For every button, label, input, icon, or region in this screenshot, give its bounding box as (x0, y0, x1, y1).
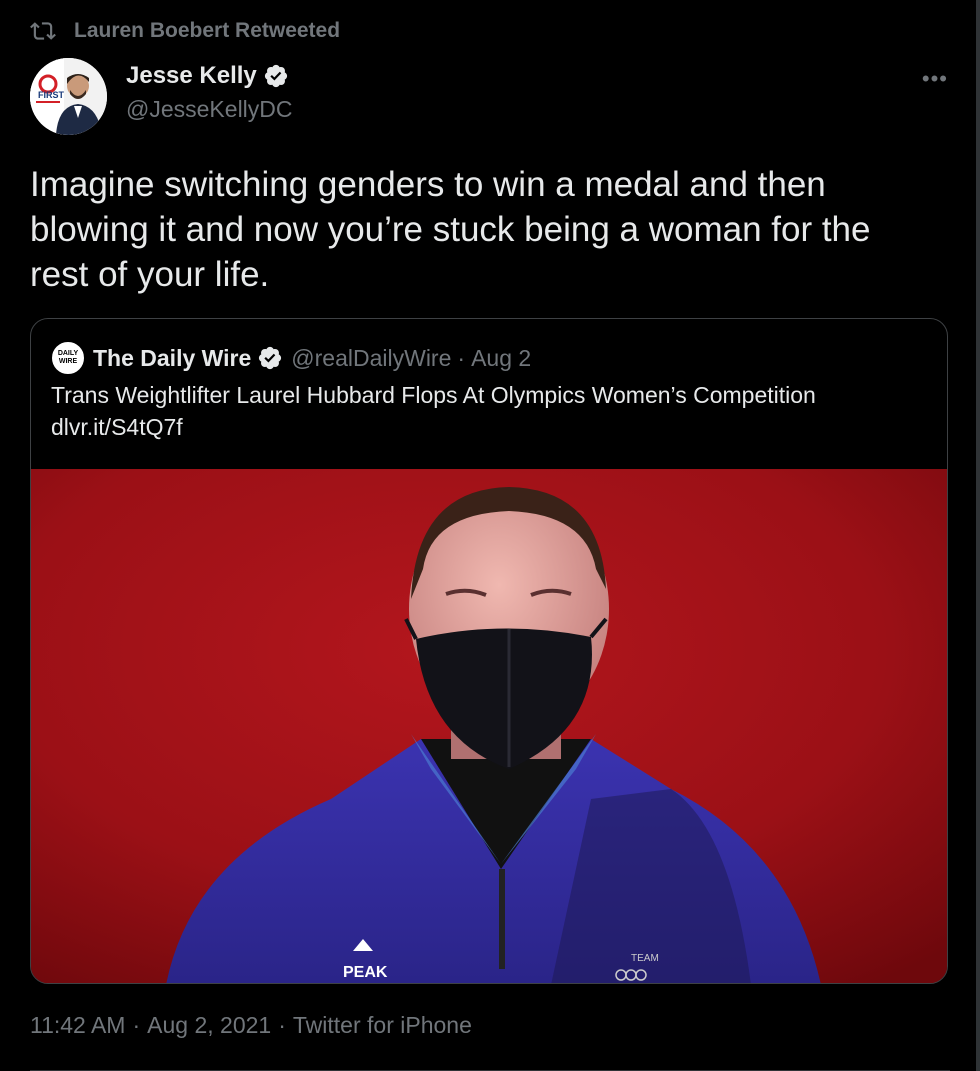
tweet-client[interactable]: Twitter for iPhone (293, 1012, 472, 1038)
tweet-timestamp[interactable]: 11:42 AM · Aug 2, 2021 · Twitter for iPhone (30, 1012, 472, 1039)
retweet-context[interactable]: Lauren Boebert Retweeted (30, 18, 340, 44)
athlete-photo: PEAK TEAM (31, 469, 947, 983)
separator-dot: · (278, 1012, 286, 1038)
tweet-time[interactable]: 11:42 AM (30, 1012, 125, 1038)
quote-tweet-card[interactable]: DAILY WIRE The Daily Wire @realDailyWire… (30, 318, 948, 984)
author-block[interactable]: Jesse Kelly @JesseKellyDC (126, 62, 293, 123)
quote-text: Trans Weightlifter Laurel Hubbard Flops … (51, 379, 931, 443)
jacket-brand-text: PEAK (343, 964, 388, 981)
avatar-badge: FIRST (38, 90, 65, 100)
quote-author-handle: @realDailyWire (291, 344, 452, 371)
retweet-label: Lauren Boebert Retweeted (74, 19, 341, 42)
quote-link[interactable]: dlvr.it/S4tQ7f (51, 411, 931, 443)
retweet-icon (30, 22, 56, 40)
column-border (976, 0, 980, 1071)
logo-text-top: DAILY (57, 350, 79, 357)
separator-dot: · (457, 344, 466, 371)
daily-wire-logo-icon: DAILY WIRE (51, 341, 85, 375)
logo-text-bottom: WIRE (58, 358, 78, 365)
verified-badge-icon (264, 64, 287, 88)
avatar-photo: FIRST (30, 58, 107, 135)
quote-author-name: The Daily Wire (93, 344, 252, 371)
tweet-date[interactable]: Aug 2, 2021 (147, 1012, 271, 1038)
verified-badge-icon (259, 346, 282, 370)
quote-header: DAILY WIRE The Daily Wire @realDailyWire… (51, 341, 531, 375)
separator-dot: · (132, 1012, 141, 1038)
avatar[interactable]: FIRST (30, 58, 107, 135)
jacket-team-text: TEAM (631, 953, 659, 964)
author-handle[interactable]: @JesseKellyDC (126, 96, 293, 123)
more-icon: ••• (921, 66, 948, 91)
tweet-detail: Lauren Boebert Retweeted FIRST Jesse Kel… (0, 0, 980, 1071)
tweet-text: Imagine switching genders to win a medal… (30, 165, 871, 294)
quote-media-image[interactable]: PEAK TEAM (31, 469, 947, 983)
quote-headline: Trans Weightlifter Laurel Hubbard Flops … (51, 382, 816, 408)
author-name[interactable]: Jesse Kelly (126, 62, 257, 90)
more-button[interactable]: ••• (922, 66, 948, 92)
quote-date: Aug 2 (471, 344, 532, 371)
